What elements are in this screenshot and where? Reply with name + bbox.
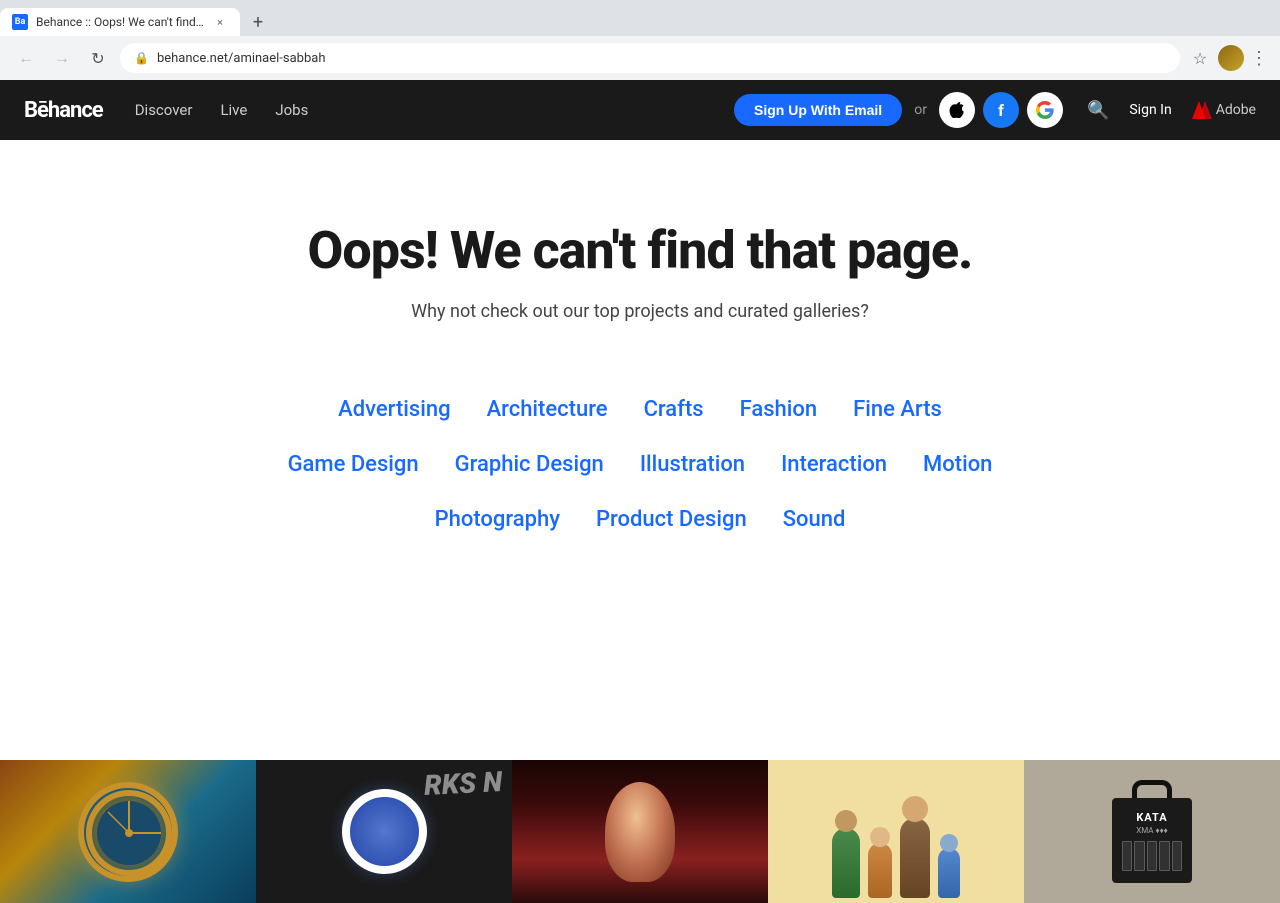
profile-avatar[interactable] bbox=[1218, 45, 1244, 71]
categories-section: Advertising Architecture Crafts Fashion … bbox=[270, 382, 1011, 547]
gallery-row: RKS N bbox=[0, 760, 1280, 903]
bag-graphic: KATA XMA ♦♦♦ bbox=[1024, 760, 1280, 903]
tab-favicon: Ba bbox=[12, 14, 28, 30]
error-subtext: Why not check out our top projects and c… bbox=[411, 301, 869, 322]
categories-row-1: Advertising Architecture Crafts Fashion … bbox=[320, 382, 960, 437]
active-tab[interactable]: Ba Behance :: Oops! We can't find... × bbox=[0, 8, 240, 36]
category-game-design[interactable]: Game Design bbox=[270, 437, 437, 492]
url-text: behance.net/aminael-sabbah bbox=[157, 51, 1166, 66]
category-fashion[interactable]: Fashion bbox=[722, 382, 836, 437]
behance-logo: Bēhance bbox=[24, 98, 103, 123]
browser-tabs-bar: Ba Behance :: Oops! We can't find... × + bbox=[0, 0, 1280, 36]
category-photography[interactable]: Photography bbox=[417, 492, 578, 547]
signup-email-button[interactable]: Sign Up With Email bbox=[734, 94, 902, 126]
error-heading: Oops! We can't find that page. bbox=[308, 220, 973, 281]
category-graphic-design[interactable]: Graphic Design bbox=[437, 437, 622, 492]
categories-row-3: Photography Product Design Sound bbox=[417, 492, 864, 547]
category-interaction[interactable]: Interaction bbox=[763, 437, 905, 492]
tab-title: Behance :: Oops! We can't find... bbox=[36, 15, 204, 29]
address-bar[interactable]: 🔒 behance.net/aminael-sabbah bbox=[120, 43, 1180, 73]
browser-toolbar: ← → ↻ 🔒 behance.net/aminael-sabbah ☆ ⋮ bbox=[0, 36, 1280, 80]
facebook-signin-button[interactable]: f bbox=[983, 92, 1019, 128]
new-tab-button[interactable]: + bbox=[244, 8, 272, 36]
or-text: or bbox=[914, 102, 927, 118]
book-title-text: RKS N bbox=[423, 768, 502, 800]
toolbar-actions: ☆ ⋮ bbox=[1188, 45, 1268, 71]
nav-live[interactable]: Live bbox=[220, 101, 247, 119]
book-circular-design bbox=[342, 789, 427, 874]
characters-graphic bbox=[768, 760, 1024, 903]
category-fine-arts[interactable]: Fine Arts bbox=[835, 382, 960, 437]
browser-menu-button[interactable]: ⋮ bbox=[1250, 48, 1268, 69]
signin-link[interactable]: Sign In bbox=[1129, 102, 1171, 118]
google-signin-button[interactable] bbox=[1027, 92, 1063, 128]
main-navigation: Bēhance Discover Live Jobs Sign Up With … bbox=[0, 80, 1280, 140]
category-sound[interactable]: Sound bbox=[765, 492, 864, 547]
category-motion[interactable]: Motion bbox=[905, 437, 1010, 492]
main-content: Oops! We can't find that page. Why not c… bbox=[0, 140, 1280, 760]
portrait-graphic bbox=[512, 760, 768, 903]
category-product-design[interactable]: Product Design bbox=[578, 492, 765, 547]
categories-row-2: Game Design Graphic Design Illustration … bbox=[270, 437, 1011, 492]
behance-site: Bēhance Discover Live Jobs Sign Up With … bbox=[0, 80, 1280, 903]
category-advertising[interactable]: Advertising bbox=[320, 382, 468, 437]
adobe-link[interactable]: Adobe bbox=[1192, 101, 1256, 119]
lock-icon: 🔒 bbox=[134, 51, 149, 65]
browser-window: Ba Behance :: Oops! We can't find... × +… bbox=[0, 0, 1280, 80]
gallery-item-portrait[interactable] bbox=[512, 760, 768, 903]
apple-signin-button[interactable] bbox=[939, 92, 975, 128]
adobe-label: Adobe bbox=[1216, 102, 1256, 118]
watch-graphic bbox=[78, 782, 178, 882]
tab-close-button[interactable]: × bbox=[212, 14, 228, 30]
back-button[interactable]: ← bbox=[12, 44, 40, 72]
category-illustration[interactable]: Illustration bbox=[622, 437, 763, 492]
nav-discover[interactable]: Discover bbox=[135, 101, 193, 119]
gallery-item-watch[interactable] bbox=[0, 760, 256, 903]
gallery-item-characters[interactable] bbox=[768, 760, 1024, 903]
forward-button[interactable]: → bbox=[48, 44, 76, 72]
nav-links: Discover Live Jobs bbox=[135, 101, 734, 119]
nav-right-actions: 🔍 Sign In Adobe bbox=[1087, 100, 1256, 121]
star-button[interactable]: ☆ bbox=[1188, 46, 1212, 70]
gallery-item-bag[interactable]: KATA XMA ♦♦♦ bbox=[1024, 760, 1280, 903]
reload-button[interactable]: ↻ bbox=[84, 44, 112, 72]
gallery-item-book[interactable]: RKS N bbox=[256, 760, 512, 903]
category-architecture[interactable]: Architecture bbox=[469, 382, 626, 437]
nav-jobs[interactable]: Jobs bbox=[275, 101, 308, 119]
category-crafts[interactable]: Crafts bbox=[626, 382, 722, 437]
search-icon[interactable]: 🔍 bbox=[1087, 100, 1109, 121]
